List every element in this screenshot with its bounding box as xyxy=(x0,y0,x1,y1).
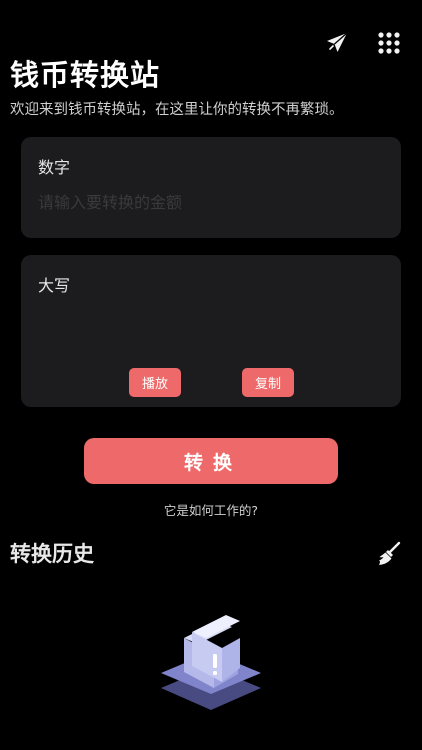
empty-history-illustration xyxy=(156,610,266,715)
clear-history-button[interactable] xyxy=(376,541,402,567)
menu-button[interactable] xyxy=(376,30,402,56)
page-subtitle: 欢迎来到钱币转换站，在这里让你的转换不再繁琐。 xyxy=(10,102,344,118)
number-label: 数字 xyxy=(38,158,71,177)
copy-button[interactable]: 复制 xyxy=(242,368,294,397)
play-button[interactable]: 播放 xyxy=(129,368,181,397)
broom-icon xyxy=(379,541,401,565)
amount-input[interactable] xyxy=(38,193,378,212)
top-toolbar xyxy=(324,30,402,56)
paper-plane-icon xyxy=(327,32,348,52)
share-button[interactable] xyxy=(324,30,350,56)
how-it-works-link[interactable]: 它是如何工作的? xyxy=(0,500,422,519)
convert-button[interactable]: 转换 xyxy=(84,438,338,484)
uppercase-card: 大写 播放 复制 xyxy=(21,255,401,407)
page-title: 钱币转换站 xyxy=(10,58,161,92)
empty-folder-icon xyxy=(161,615,261,710)
history-title: 转换历史 xyxy=(10,542,94,566)
number-card: 数字 xyxy=(21,137,401,238)
grid-menu-icon xyxy=(378,32,400,54)
uppercase-label: 大写 xyxy=(38,276,71,295)
